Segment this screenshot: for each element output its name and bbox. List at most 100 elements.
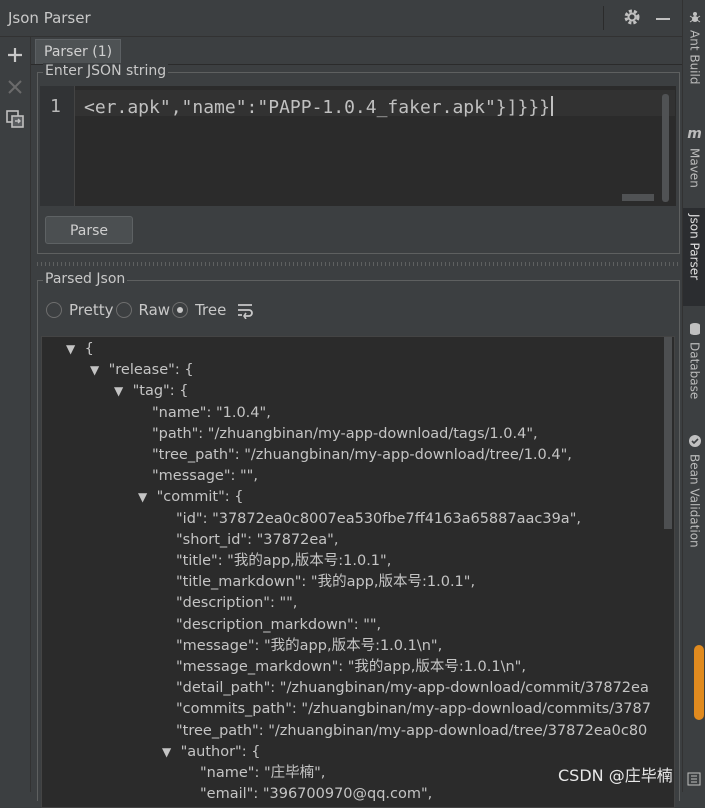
editor-horizontal-scrollbar[interactable] xyxy=(622,194,654,201)
expand-arrow-icon[interactable]: ▼ xyxy=(114,381,128,401)
json-input-editor[interactable]: 1 <er.apk","name":"PAPP-1.0.4_faker.apk"… xyxy=(40,86,676,206)
tree-node[interactable]: ▼ "commit": { xyxy=(138,487,243,507)
tree-node[interactable]: ▼ "release": { xyxy=(90,360,194,380)
expand-arrow-icon[interactable]: ▼ xyxy=(162,742,176,762)
radio-tree[interactable]: Tree xyxy=(172,301,226,319)
tree-row[interactable]: "message_markdown": "我的app,版本号:1.0.1\n", xyxy=(176,657,526,677)
add-icon[interactable] xyxy=(5,45,25,65)
view-mode-options: Pretty Raw Tree xyxy=(46,299,254,321)
tab-bean-validation[interactable]: Bean Validation xyxy=(683,428,705,558)
divider xyxy=(603,6,604,30)
tree-row[interactable]: "name": "庄毕楠", xyxy=(200,763,325,783)
radio-button[interactable] xyxy=(172,302,189,318)
tree-row-text: "commits_path": "/zhuangbinan/my-app-dow… xyxy=(176,701,651,718)
tree-row-text: { xyxy=(84,341,94,357)
line-number: 1 xyxy=(50,96,61,117)
tree-row[interactable]: "name": "1.0.4", xyxy=(152,403,271,423)
tree-row[interactable]: "tree_path": "/zhuangbinan/my-app-downlo… xyxy=(176,721,647,741)
tree-row-text: "title_markdown": "我的app,版本号:1.0.1", xyxy=(176,574,476,591)
tab-ant-build[interactable]: Ant Build xyxy=(683,4,705,100)
splitter-handle[interactable] xyxy=(37,262,678,266)
tree-row-text: "tree_path": "/zhuangbinan/my-app-downlo… xyxy=(176,722,648,739)
soft-wrap-icon[interactable] xyxy=(236,301,254,319)
tree-node[interactable]: ▼ "tag": { xyxy=(114,381,188,401)
radio-button[interactable] xyxy=(46,302,62,318)
tree-row-text: "name": "庄毕楠", xyxy=(200,765,326,781)
tree-row-text: "message": "我的app,版本号:1.0.1\n", xyxy=(176,637,443,654)
json-input-text[interactable]: <er.apk","name":"PAPP-1.0.4_faker.apk"}]… xyxy=(84,96,553,118)
structure-icon[interactable] xyxy=(687,772,701,786)
radio-label: Raw xyxy=(138,301,171,319)
tree-row[interactable]: "detail_path": "/zhuangbinan/my-app-down… xyxy=(176,678,649,698)
maven-icon: m xyxy=(687,126,702,142)
tree-node[interactable]: ▼ "author": { xyxy=(162,742,260,762)
close-icon[interactable] xyxy=(5,77,25,97)
tree-row-text: "commit": { xyxy=(156,489,244,506)
radio-button[interactable] xyxy=(115,302,132,318)
editor-vertical-scrollbar[interactable] xyxy=(662,94,669,202)
parse-button[interactable]: Parse xyxy=(45,216,133,244)
radio-label: Tree xyxy=(195,301,227,319)
tree-row-text: "author": { xyxy=(180,743,261,760)
radio-raw[interactable]: Raw xyxy=(115,301,171,319)
tree-row[interactable]: "path": "/zhuangbinan/my-app-download/ta… xyxy=(152,424,538,444)
tree-row[interactable]: "title": "我的app,版本号:1.0.1", xyxy=(176,551,391,571)
tree-row[interactable]: "title_markdown": "我的app,版本号:1.0.1", xyxy=(176,572,475,592)
duplicate-icon[interactable] xyxy=(5,109,25,129)
parsed-json-group: Parsed Json Pretty Raw Tree ▼ {▼ "releas… xyxy=(37,271,680,808)
tool-window-header: Json Parser xyxy=(0,0,682,37)
tree-row-text: "name": "1.0.4", xyxy=(152,404,271,421)
tab-json-parser[interactable]: Json Parser xyxy=(683,208,705,306)
tree-row[interactable]: "email": "396700970@qq.com", xyxy=(200,784,432,804)
left-toolbar xyxy=(0,37,31,792)
scrollbar-thumb[interactable] xyxy=(694,645,704,720)
radio-pretty[interactable]: Pretty xyxy=(46,301,114,319)
tree-row[interactable]: "message": "我的app,版本号:1.0.1\n", xyxy=(176,636,442,656)
tree-row-text: "id": "37872ea0c8007ea530fbe7ff4163a6588… xyxy=(176,510,581,527)
tab-label: Json Parser xyxy=(687,214,702,281)
tab-maven[interactable]: m Maven xyxy=(683,120,705,200)
tab-label: Database xyxy=(687,342,702,400)
expand-arrow-icon[interactable]: ▼ xyxy=(66,339,80,359)
tree-node[interactable]: ▼ { xyxy=(66,339,94,359)
group-title: Parsed Json xyxy=(43,271,128,287)
json-tree-view[interactable]: ▼ {▼ "release": {▼ "tag": {"name": "1.0.… xyxy=(41,336,675,808)
tab-label: Bean Validation xyxy=(687,454,702,548)
watermark: CSDN @庄毕楠 xyxy=(558,766,673,785)
enter-json-group: Enter JSON string 1 <er.apk","name":"PAP… xyxy=(37,63,680,254)
tree-row-text: "description": "", xyxy=(176,595,298,612)
tree-row[interactable]: "short_id": "37872ea", xyxy=(176,530,338,550)
expand-arrow-icon[interactable]: ▼ xyxy=(90,360,104,380)
radio-label: Pretty xyxy=(69,301,114,319)
tree-row[interactable]: "commits_path": "/zhuangbinan/my-app-dow… xyxy=(176,699,651,719)
expand-arrow-icon[interactable]: ▼ xyxy=(138,487,152,507)
tree-row-text: "message_markdown": "我的app,版本号:1.0.1\n", xyxy=(176,659,526,675)
tree-row-text: "message": "", xyxy=(152,468,258,485)
text-caret xyxy=(551,96,553,116)
tree-row-text: "tree_path": "/zhuangbinan/my-app-downlo… xyxy=(152,447,572,463)
tree-row-text: "email": "396700970@qq.com", xyxy=(200,786,433,803)
tab-database[interactable]: Database xyxy=(683,316,705,412)
gear-icon[interactable] xyxy=(623,8,641,26)
tree-row[interactable]: "description": "", xyxy=(176,593,297,613)
tree-row[interactable]: "tree_path": "/zhuangbinan/my-app-downlo… xyxy=(152,445,572,465)
tab-label: Maven xyxy=(687,148,702,188)
tree-row-text: "description_markdown": "", xyxy=(176,616,382,633)
window-title: Json Parser xyxy=(8,9,91,27)
tab-label: Ant Build xyxy=(687,30,702,85)
group-title: Enter JSON string xyxy=(43,63,169,79)
code-text: <er.apk","name":"PAPP-1.0.4_faker.apk"}]… xyxy=(84,97,550,118)
tree-vertical-scrollbar[interactable] xyxy=(664,337,672,529)
tree-row-text: "detail_path": "/zhuangbinan/my-app-down… xyxy=(176,680,649,697)
minimize-icon[interactable] xyxy=(656,18,670,20)
bean-validation-icon xyxy=(688,435,701,447)
line-gutter: 1 xyxy=(40,86,75,206)
tree-row-text: "release": { xyxy=(108,362,194,379)
tab-bar: Parser (1) xyxy=(31,37,682,65)
tree-row-text: "short_id": "37872ea", xyxy=(176,531,339,548)
tree-row-text: "path": "/zhuangbinan/my-app-download/ta… xyxy=(152,425,538,442)
tree-row[interactable]: "message": "", xyxy=(152,466,258,486)
tab-parser-1[interactable]: Parser (1) xyxy=(35,39,122,64)
tree-row[interactable]: "description_markdown": "", xyxy=(176,615,381,635)
tree-row[interactable]: "id": "37872ea0c8007ea530fbe7ff4163a6588… xyxy=(176,509,581,529)
